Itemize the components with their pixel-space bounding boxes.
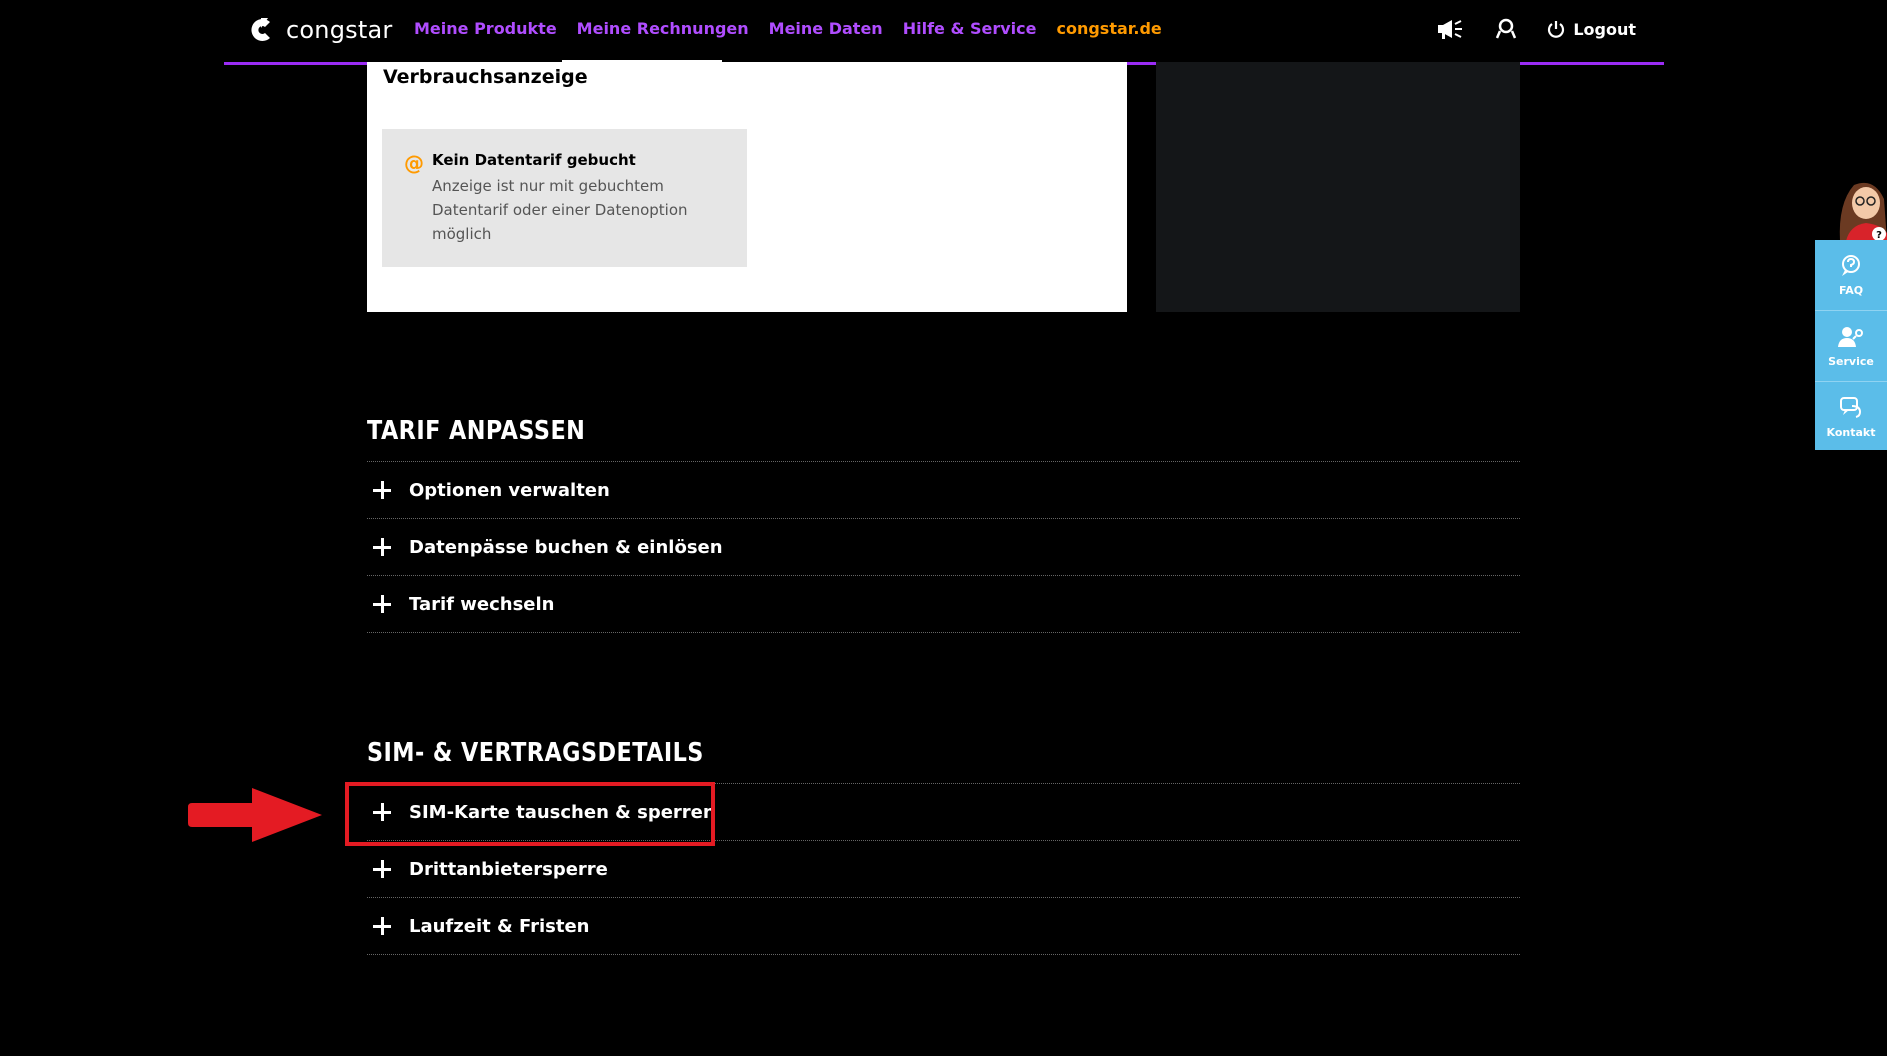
accordion-label: Tarif wechseln [409,593,555,615]
accordion-optionen-verwalten[interactable]: Optionen verwalten [367,461,1520,518]
accordion-label: Drittanbietersperre [409,858,608,880]
side-service-label: Service [1828,354,1874,368]
help-side-widget: FAQ Service Kontakt [1815,240,1887,450]
logout-label: Logout [1573,19,1636,39]
nav-meine-daten[interactable]: Meine Daten [769,19,883,38]
plus-icon [373,538,391,556]
accordion-tarif-wechseln[interactable]: Tarif wechseln [367,575,1520,633]
main-nav: Meine Produkte Meine Rechnungen Meine Da… [414,19,1162,38]
highlight-box [345,782,715,846]
sim-section-title: SIM- & VERTRAGSDETAILS [367,738,704,768]
side-kontakt-button[interactable]: Kontakt [1815,382,1887,452]
tarif-section-title: TARIF ANPASSEN [367,416,586,446]
congstar-logo[interactable]: congstar [248,14,392,46]
side-faq-label: FAQ [1838,283,1864,297]
announcement-button[interactable] [1435,14,1465,44]
no-data-tariff-notice: @ Kein Datentarif gebucht Anzeige ist nu… [382,129,747,267]
accordion-label: Datenpässe buchen & einlösen [409,536,723,558]
usage-title: Verbrauchsanzeige [383,66,588,88]
account-button[interactable] [1491,14,1521,44]
side-kontakt-label: Kontakt [1826,425,1876,439]
side-faq-button[interactable]: FAQ [1815,240,1887,311]
power-icon [1548,21,1565,38]
usage-side-panel [1156,62,1520,312]
kontakt-icon [1840,396,1862,418]
at-sign-icon: @ [404,151,424,175]
logo-text: congstar [286,16,393,44]
megaphone-icon [1438,20,1463,39]
red-arrow-icon [188,788,322,842]
service-icon [1838,326,1863,347]
nav-congstar-de[interactable]: congstar.de [1056,19,1161,38]
support-avatar[interactable]: ? [1818,163,1887,241]
notice-text: Anzeige ist nur mit gebuchtem Datentarif… [432,177,688,243]
header-actions: Logout [1435,14,1636,44]
congstar-logo-icon [251,18,270,41]
nav-meine-rechnungen[interactable]: Meine Rechnungen [577,19,749,38]
avatar-icon: ? [1818,163,1887,241]
accordion-laufzeit-fristen[interactable]: Laufzeit & Fristen [367,897,1520,955]
user-icon [1496,18,1517,39]
accordion-label: Optionen verwalten [409,479,610,501]
plus-icon [373,860,391,878]
plus-icon [373,595,391,613]
nav-meine-produkte[interactable]: Meine Produkte [414,19,557,38]
usage-card: Verbrauchsanzeige @ Kein Datentarif gebu… [367,62,1127,312]
nav-hilfe-service[interactable]: Hilfe & Service [903,19,1037,38]
side-service-button[interactable]: Service [1815,311,1887,382]
top-navigation-bar: congstar Meine Produkte Meine Rechnungen… [224,0,1664,65]
tarif-accordion: Optionen verwalten Datenpässe buchen & e… [367,461,1520,633]
accordion-label: Laufzeit & Fristen [409,915,590,937]
faq-icon [1842,254,1860,276]
logout-button[interactable]: Logout [1547,20,1636,39]
plus-icon [373,481,391,499]
accordion-datenpaesse[interactable]: Datenpässe buchen & einlösen [367,518,1520,575]
accordion-drittanbietersperre[interactable]: Drittanbietersperre [367,840,1520,897]
notice-title: Kein Datentarif gebucht [432,151,636,169]
plus-icon [373,917,391,935]
